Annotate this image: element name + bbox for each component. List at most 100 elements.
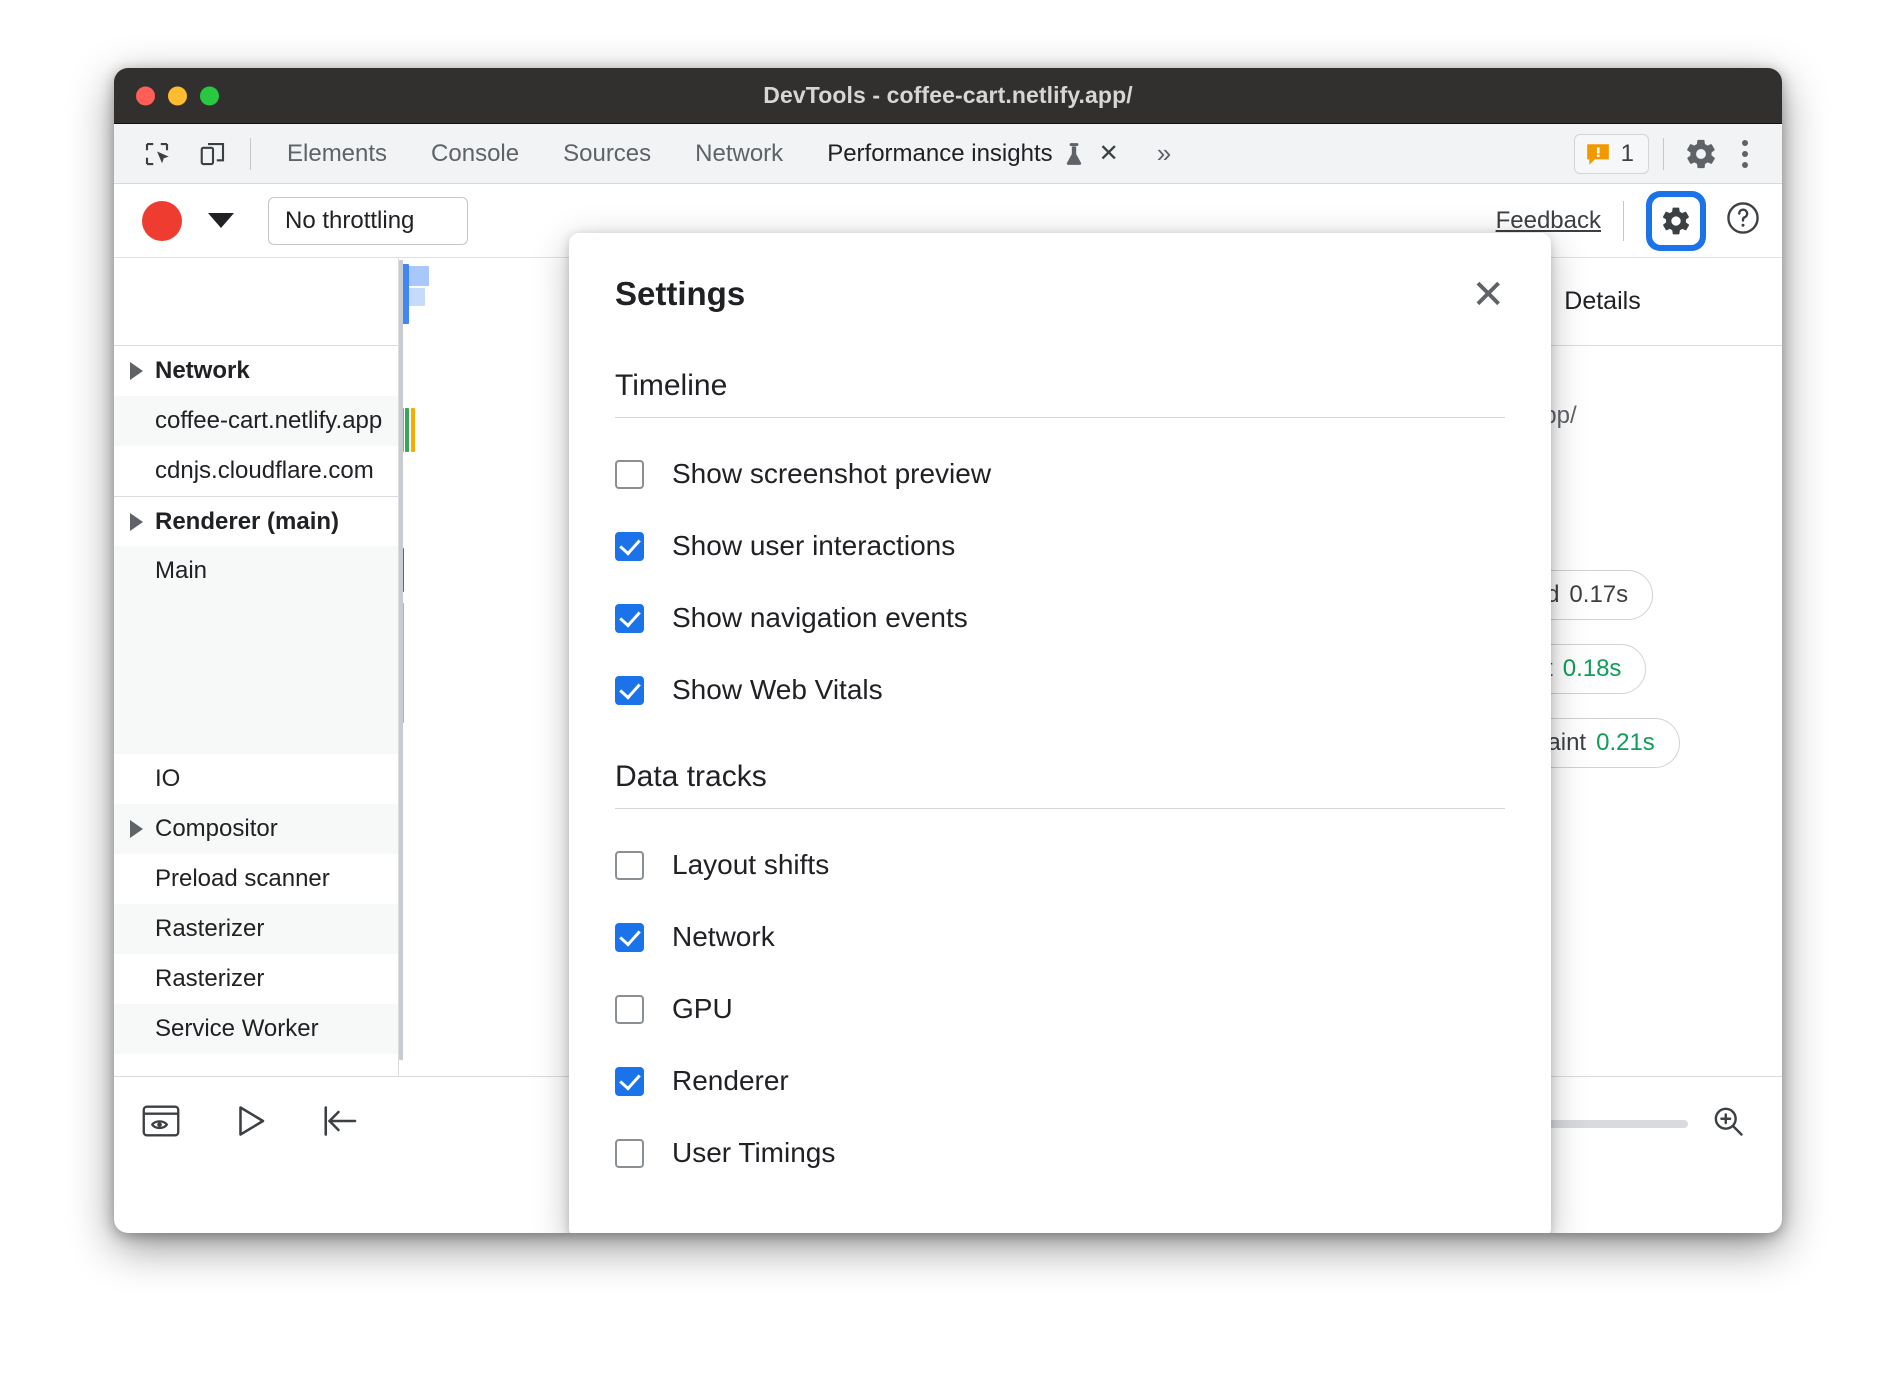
option-show-navigation-events[interactable]: Show navigation events — [615, 562, 1505, 634]
checkbox-show-navigation-events[interactable] — [615, 604, 644, 633]
checkbox-user-timings[interactable] — [615, 1139, 644, 1168]
flask-experiment-icon — [1063, 141, 1085, 167]
option-show-screenshot-preview[interactable]: Show screenshot preview — [615, 418, 1505, 490]
expand-triangle-icon[interactable] — [130, 513, 143, 531]
tab-elements-label: Elements — [287, 140, 387, 168]
tree-row-coffee-cart[interactable]: coffee-cart.netlify.app — [114, 396, 398, 446]
option-label: Show Web Vitals — [672, 674, 883, 706]
settings-gear-inner — [1652, 197, 1700, 245]
option-label: User Timings — [672, 1137, 835, 1169]
window-title: DevTools - coffee-cart.netlify.app/ — [763, 82, 1132, 109]
close-window-icon[interactable] — [136, 86, 155, 105]
option-label: GPU — [672, 993, 733, 1025]
checkbox-network[interactable] — [615, 923, 644, 952]
warning-badge[interactable]: 1 — [1574, 134, 1649, 174]
tree-row-label: Service Worker — [155, 1015, 319, 1043]
option-label: Show user interactions — [672, 530, 955, 562]
screenshot-preview-icon[interactable] — [142, 1104, 180, 1143]
metric-value: 0.18s — [1563, 655, 1622, 683]
tree-row-compositor[interactable]: Compositor — [114, 804, 398, 854]
tree-row-label: Preload scanner — [155, 865, 330, 893]
option-show-user-interactions[interactable]: Show user interactions — [615, 490, 1505, 562]
track-tree-header — [114, 258, 398, 346]
settings-section-timeline: Timeline Show screenshot preview Show us… — [569, 315, 1551, 706]
tree-row-service-worker[interactable]: Service Worker — [114, 1004, 398, 1054]
tree-row-label: cdnjs.cloudflare.com — [155, 457, 374, 485]
play-icon[interactable] — [234, 1103, 268, 1144]
tabstrip-divider — [250, 138, 251, 170]
screenshot-root: DevTools - coffee-cart.netlify.app/ — [0, 0, 1892, 1380]
window-titlebar: DevTools - coffee-cart.netlify.app/ — [114, 68, 1782, 124]
traffic-lights[interactable] — [136, 86, 219, 105]
option-label: Renderer — [672, 1065, 789, 1097]
tree-row-label: coffee-cart.netlify.app — [155, 407, 382, 435]
tree-row-label: IO — [155, 765, 180, 793]
close-icon[interactable]: ✕ — [1471, 275, 1505, 315]
section-title-data-tracks: Data tracks — [615, 706, 1505, 809]
tree-row-io[interactable]: IO — [114, 754, 398, 804]
help-icon[interactable] — [1724, 199, 1762, 242]
tree-row-label: Renderer (main) — [155, 508, 339, 536]
chevron-down-icon[interactable] — [208, 213, 234, 228]
flame-bar-divider — [399, 260, 403, 1060]
flame-bar — [411, 408, 415, 452]
inspect-element-icon[interactable] — [134, 132, 180, 176]
tab-overflow-icon[interactable]: » — [1141, 138, 1187, 169]
tab-sources[interactable]: Sources — [541, 126, 673, 182]
option-user-timings[interactable]: User Timings — [615, 1097, 1505, 1169]
tab-list: Elements Console Sources Network Perform… — [265, 126, 1187, 182]
throttling-select[interactable]: No throttling — [268, 197, 468, 245]
track-tree-panel: Network coffee-cart.netlify.app cdnjs.cl… — [114, 258, 399, 1076]
option-label: Show navigation events — [672, 602, 968, 634]
settings-section-data-tracks: Data tracks Layout shifts Network GPU Re… — [569, 706, 1551, 1169]
option-label: Show screenshot preview — [672, 458, 991, 490]
tree-row-rasterizer-1[interactable]: Rasterizer — [114, 904, 398, 954]
settings-gear-button[interactable] — [1646, 191, 1706, 251]
checkbox-show-web-vitals[interactable] — [615, 676, 644, 705]
flame-bar — [405, 408, 409, 452]
checkbox-show-screenshot-preview[interactable] — [615, 460, 644, 489]
tree-row-network[interactable]: Network — [114, 346, 398, 396]
tree-row-cdnjs[interactable]: cdnjs.cloudflare.com — [114, 446, 398, 496]
tree-row-renderer-main[interactable]: Renderer (main) — [114, 496, 398, 546]
tabstrip-right-divider — [1663, 138, 1664, 170]
expand-triangle-icon[interactable] — [130, 820, 143, 838]
tree-row-main[interactable]: Main — [114, 546, 398, 596]
minimize-window-icon[interactable] — [168, 86, 187, 105]
checkbox-layout-shifts[interactable] — [615, 851, 644, 880]
bottom-toolbar-left — [142, 1103, 358, 1144]
tab-network-label: Network — [695, 140, 783, 168]
tab-elements[interactable]: Elements — [265, 126, 409, 182]
tree-row-label: Network — [155, 357, 250, 385]
tree-row-rasterizer-2[interactable]: Rasterizer — [114, 954, 398, 1004]
tab-console[interactable]: Console — [409, 126, 541, 182]
option-network[interactable]: Network — [615, 881, 1505, 953]
checkbox-gpu[interactable] — [615, 995, 644, 1024]
devtools-tabstrip: Elements Console Sources Network Perform… — [114, 124, 1782, 184]
dialog-scroll-fade — [569, 1210, 1551, 1233]
checkbox-renderer[interactable] — [615, 1067, 644, 1096]
option-layout-shifts[interactable]: Layout shifts — [615, 809, 1505, 881]
tree-row-preload-scanner[interactable]: Preload scanner — [114, 854, 398, 904]
warning-speech-icon — [1585, 141, 1611, 167]
gear-icon[interactable] — [1678, 132, 1724, 176]
checkbox-show-user-interactions[interactable] — [615, 532, 644, 561]
option-show-web-vitals[interactable]: Show Web Vitals — [615, 634, 1505, 706]
zoom-window-icon[interactable] — [200, 86, 219, 105]
option-gpu[interactable]: GPU — [615, 953, 1505, 1025]
record-button[interactable] — [142, 201, 182, 241]
tab-performance-insights[interactable]: Performance insights ✕ — [805, 126, 1141, 182]
device-toolbar-icon[interactable] — [190, 132, 236, 176]
expand-triangle-icon[interactable] — [130, 362, 143, 380]
throttling-value: No throttling — [285, 207, 414, 235]
tree-row-label: Main — [155, 557, 207, 585]
tab-performance-insights-label: Performance insights — [827, 140, 1052, 168]
tab-close-icon[interactable]: ✕ — [1099, 139, 1119, 168]
feedback-link[interactable]: Feedback — [1496, 207, 1601, 235]
jump-to-start-icon[interactable] — [322, 1104, 358, 1143]
kebab-menu-icon[interactable] — [1724, 140, 1766, 168]
option-renderer[interactable]: Renderer — [615, 1025, 1505, 1097]
zoom-in-icon[interactable] — [1710, 1103, 1746, 1144]
tab-network[interactable]: Network — [673, 126, 805, 182]
metric-value: 0.17s — [1569, 581, 1628, 609]
